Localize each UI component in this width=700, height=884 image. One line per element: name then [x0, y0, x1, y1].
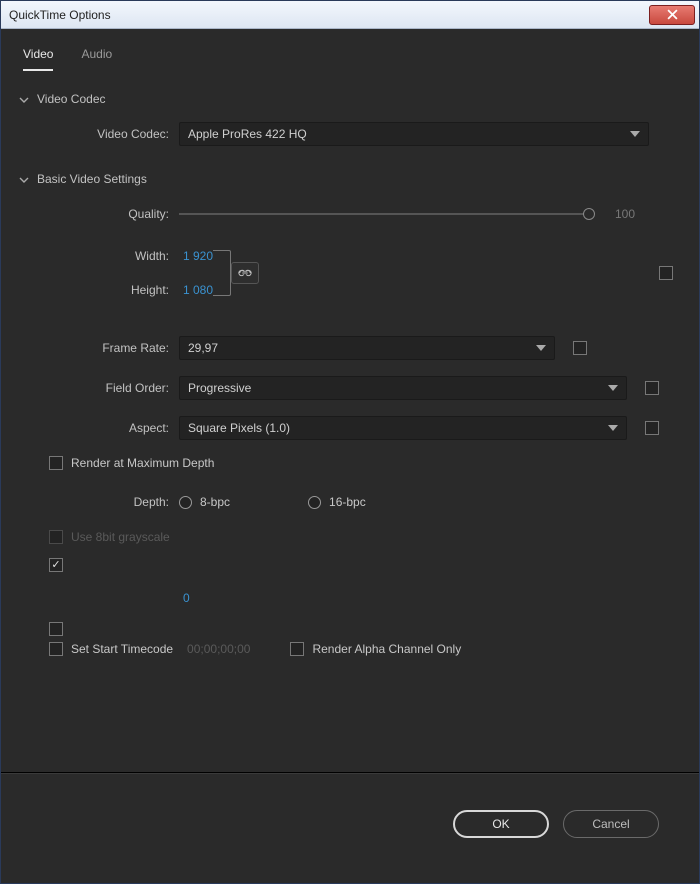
section-video-codec: Video Codec Video Codec: Apple ProRes 42…	[19, 90, 681, 148]
dropdown-aspect[interactable]: Square Pixels (1.0)	[179, 416, 627, 440]
label-depth-16bpc: 16-bpc	[329, 495, 366, 509]
close-button[interactable]	[649, 5, 695, 25]
link-bracket	[213, 250, 231, 296]
label-quality: Quality:	[19, 207, 179, 221]
tab-video[interactable]: Video	[23, 43, 53, 71]
slider-quality[interactable]	[179, 213, 589, 215]
checkbox-render-max-depth[interactable]	[49, 456, 63, 470]
label-depth: Depth:	[19, 495, 179, 509]
label-depth-8bpc: 8-bpc	[200, 495, 230, 509]
checkbox-match-frame-rate[interactable]	[573, 341, 587, 355]
checkbox-unnamed-2[interactable]	[49, 622, 63, 636]
close-icon	[667, 9, 678, 20]
checkbox-8bit-grayscale	[49, 530, 63, 544]
dropdown-video-codec[interactable]: Apple ProRes 422 HQ	[179, 122, 649, 146]
input-height[interactable]: 1 080	[179, 283, 213, 297]
ok-button[interactable]: OK	[453, 810, 549, 838]
label-8bit-grayscale: Use 8bit grayscale	[71, 530, 170, 544]
label-video-codec: Video Codec:	[19, 127, 179, 141]
settings-panel: Video Codec Video Codec: Apple ProRes 42…	[19, 90, 681, 766]
quicktime-options-window: QuickTime Options Video Audio Video Code…	[0, 0, 700, 884]
value-start-timecode: 00;00;00;00	[187, 642, 250, 656]
chevron-down-icon	[19, 174, 29, 184]
radio-depth-8bpc[interactable]	[179, 496, 192, 509]
section-header-basic-video[interactable]: Basic Video Settings	[19, 170, 681, 188]
label-frame-rate: Frame Rate:	[19, 341, 179, 355]
checkbox-match-dimensions[interactable]	[659, 266, 673, 280]
tab-audio[interactable]: Audio	[81, 43, 112, 71]
section-title-basic-video: Basic Video Settings	[37, 172, 147, 186]
input-unnamed-value[interactable]: 0	[179, 591, 190, 605]
window-title: QuickTime Options	[9, 8, 111, 22]
link-icon	[238, 268, 252, 278]
link-dimensions-button[interactable]	[231, 262, 259, 284]
label-aspect: Aspect:	[19, 421, 179, 435]
cancel-button[interactable]: Cancel	[563, 810, 659, 838]
tab-bar: Video Audio	[19, 43, 681, 72]
dialog-footer: OK Cancel	[19, 773, 681, 883]
checkbox-set-start-timecode[interactable]	[49, 642, 63, 656]
section-header-video-codec[interactable]: Video Codec	[19, 90, 681, 108]
titlebar: QuickTime Options	[1, 1, 699, 29]
chevron-down-icon	[19, 94, 29, 104]
label-field-order: Field Order:	[19, 381, 179, 395]
dropdown-frame-rate[interactable]: 29,97	[179, 336, 555, 360]
input-width[interactable]: 1 920	[179, 249, 213, 263]
label-width: Width:	[19, 249, 179, 263]
slider-thumb[interactable]	[583, 208, 595, 220]
dropdown-field-order[interactable]: Progressive	[179, 376, 627, 400]
value-quality: 100	[607, 207, 635, 221]
section-basic-video: Basic Video Settings Quality: 100	[19, 170, 681, 656]
checkbox-match-field-order[interactable]	[645, 381, 659, 395]
checkbox-render-alpha-only[interactable]	[290, 642, 304, 656]
checkbox-match-aspect[interactable]	[645, 421, 659, 435]
checkbox-unnamed-1[interactable]	[49, 558, 63, 572]
label-height: Height:	[19, 283, 179, 297]
label-set-start-timecode: Set Start Timecode	[71, 642, 173, 656]
label-render-alpha-only: Render Alpha Channel Only	[312, 642, 461, 656]
section-title-video-codec: Video Codec	[37, 92, 106, 106]
dialog-body: Video Audio Video Codec Video Codec: App…	[1, 29, 699, 883]
label-render-max-depth: Render at Maximum Depth	[71, 456, 214, 470]
radio-depth-16bpc[interactable]	[308, 496, 321, 509]
